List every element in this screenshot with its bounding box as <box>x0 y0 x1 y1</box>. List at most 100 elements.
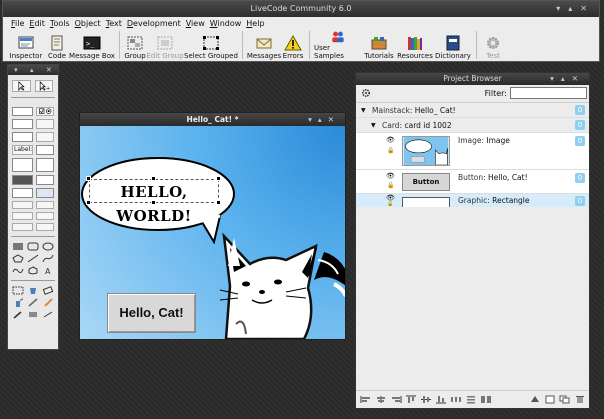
menu-text[interactable]: Text <box>106 19 122 28</box>
layer-up-icon[interactable] <box>529 395 541 404</box>
label-tool[interactable]: Label: <box>12 145 34 155</box>
browse-tool-icon[interactable] <box>12 80 31 92</box>
lock-icon[interactable]: 🔒 <box>387 147 394 154</box>
menu-development[interactable]: Development <box>127 19 181 28</box>
lock-icon[interactable]: 🔒 <box>387 182 394 189</box>
new-object-icon[interactable] <box>544 395 556 404</box>
delete-icon[interactable] <box>574 395 586 404</box>
tree-row-card[interactable]: ▼ Card: card id 1002 0 <box>356 117 589 132</box>
rectangle-tool-icon[interactable] <box>12 242 24 251</box>
window-controls[interactable]: ▾▴✕ <box>556 1 595 17</box>
option-menu-tool[interactable] <box>12 188 34 198</box>
bucket-tool-icon[interactable] <box>27 286 39 295</box>
tools-palette-titlebar[interactable]: ▾ ▴ ✕ <box>8 65 58 75</box>
polygon-tool-icon[interactable] <box>12 254 24 263</box>
menu-help[interactable]: Help <box>246 19 264 28</box>
resize-handle[interactable] <box>86 200 91 205</box>
scrollbar-tool[interactable] <box>12 175 34 185</box>
tree-row-mainstack[interactable]: ▼ Mainstack: Hello_ Cat! 0 <box>356 102 589 117</box>
regular-polygon-tool-icon[interactable] <box>27 266 39 275</box>
gear-icon[interactable] <box>361 88 371 98</box>
close-icon[interactable]: ✕ <box>46 66 52 74</box>
slider-tool[interactable] <box>12 201 34 209</box>
messages-button[interactable]: Messages <box>247 30 281 60</box>
spray-tool-icon[interactable] <box>12 298 24 307</box>
menu-edit[interactable]: Edit <box>29 19 45 28</box>
test-button[interactable]: Test <box>481 30 505 60</box>
scrolling-field-tool[interactable] <box>36 119 54 129</box>
chevron-up-icon[interactable]: ▴ <box>30 66 34 74</box>
chevron-down-icon[interactable]: ▼ <box>361 103 366 118</box>
project-browser-titlebar[interactable]: Project Browser ▾▴✕ <box>356 73 589 85</box>
align-center-icon[interactable] <box>375 395 387 404</box>
dropper-tool-icon[interactable] <box>12 310 24 319</box>
align-right-icon[interactable] <box>390 395 402 404</box>
paint-rect-tool-icon[interactable] <box>27 310 39 319</box>
inspector-button[interactable]: Inspector <box>7 30 45 60</box>
filter-input[interactable] <box>510 87 587 99</box>
distribute-horizontal-icon[interactable] <box>450 395 462 404</box>
select-tool-icon[interactable] <box>12 286 24 295</box>
group-button[interactable]: Group <box>124 30 146 60</box>
tree-row-image[interactable]: 👁 🔒 Image: Image 0 <box>356 132 589 169</box>
text-tool-icon[interactable]: A <box>42 266 54 275</box>
checkbox-radio-tool-icon[interactable] <box>36 107 54 116</box>
align-bottom-icon[interactable] <box>435 395 447 404</box>
resources-button[interactable]: Resources <box>396 30 434 60</box>
eraser-tool-icon[interactable] <box>42 286 54 295</box>
menu-tools[interactable]: Tools <box>50 19 70 28</box>
code-button[interactable]: Code <box>45 30 69 60</box>
menu-view[interactable]: View <box>186 19 205 28</box>
tree-row-graphic[interactable]: 👁 🔒 Graphic: Rectangle 0 <box>356 193 589 207</box>
align-middle-icon[interactable] <box>420 395 432 404</box>
window-controls[interactable]: ▾▴✕ <box>308 113 340 126</box>
stack-window-titlebar[interactable]: Hello_ Cat! * ▾▴✕ <box>80 113 345 126</box>
duplicate-icon[interactable] <box>559 395 571 404</box>
paint-line-tool-icon[interactable] <box>42 310 54 319</box>
window-controls[interactable]: ▾▴✕ <box>550 73 585 85</box>
main-window-titlebar[interactable]: LiveCode Community 6.0 ▾▴✕ <box>3 1 599 17</box>
text-entry-tool[interactable] <box>36 145 54 155</box>
user-samples-button[interactable]: User Samples <box>314 30 362 60</box>
distribute-vertical-icon[interactable] <box>465 395 477 404</box>
lock-icon[interactable]: 🔒 <box>387 201 393 207</box>
menu-object[interactable]: Object <box>75 19 101 28</box>
pointer-tool-icon[interactable]: + <box>34 80 54 92</box>
progress-tool[interactable] <box>36 201 54 209</box>
scrollbar-small-tool[interactable] <box>12 223 34 231</box>
button-tool[interactable] <box>12 107 34 116</box>
line-tool-icon[interactable] <box>27 254 39 263</box>
brush-tool-icon[interactable] <box>27 298 39 307</box>
pencil-tool-icon[interactable] <box>42 298 54 307</box>
resize-handle[interactable] <box>151 176 156 181</box>
freehand-tool-icon[interactable] <box>12 266 24 275</box>
align-left-icon[interactable] <box>360 395 372 404</box>
player-tool[interactable] <box>12 212 34 220</box>
tutorials-button[interactable]: Tutorials <box>362 30 396 60</box>
resize-handle[interactable] <box>216 176 221 181</box>
oval-tool-icon[interactable] <box>42 242 54 251</box>
curve-tool-icon[interactable] <box>42 254 54 263</box>
stack-card[interactable]: HELLO, WORLD! Hello, Cat! <box>80 126 345 339</box>
tab-panel-tool[interactable] <box>12 158 34 172</box>
resize-handle[interactable] <box>216 200 221 205</box>
list-field-tool[interactable] <box>12 132 34 142</box>
table-field-tool[interactable] <box>36 132 54 142</box>
resize-handle[interactable] <box>151 200 156 205</box>
tree-row-button[interactable]: 👁 🔒 Button Button: Hello, Cat! 0 <box>356 169 589 193</box>
select-grouped-button[interactable]: Select Grouped <box>184 30 238 60</box>
field-tool[interactable] <box>12 119 34 129</box>
edit-group-button[interactable]: Edit Group <box>146 30 184 60</box>
message-box-button[interactable]: >_ Message Box <box>69 30 115 60</box>
image-tool[interactable] <box>36 212 54 220</box>
chevron-down-icon[interactable]: ▾ <box>14 66 18 74</box>
little-arrows-tool[interactable] <box>36 223 54 231</box>
dictionary-button[interactable]: Dictionary <box>434 30 472 60</box>
align-top-icon[interactable] <box>405 395 417 404</box>
eye-icon[interactable]: 👁 <box>386 172 395 180</box>
menu-tool[interactable] <box>36 175 54 185</box>
menu-file[interactable]: File <box>11 19 24 28</box>
rounded-rect-tool-icon[interactable] <box>27 242 39 251</box>
hello-cat-button[interactable]: Hello, Cat! <box>107 293 196 333</box>
chevron-down-icon[interactable]: ▼ <box>371 118 376 133</box>
